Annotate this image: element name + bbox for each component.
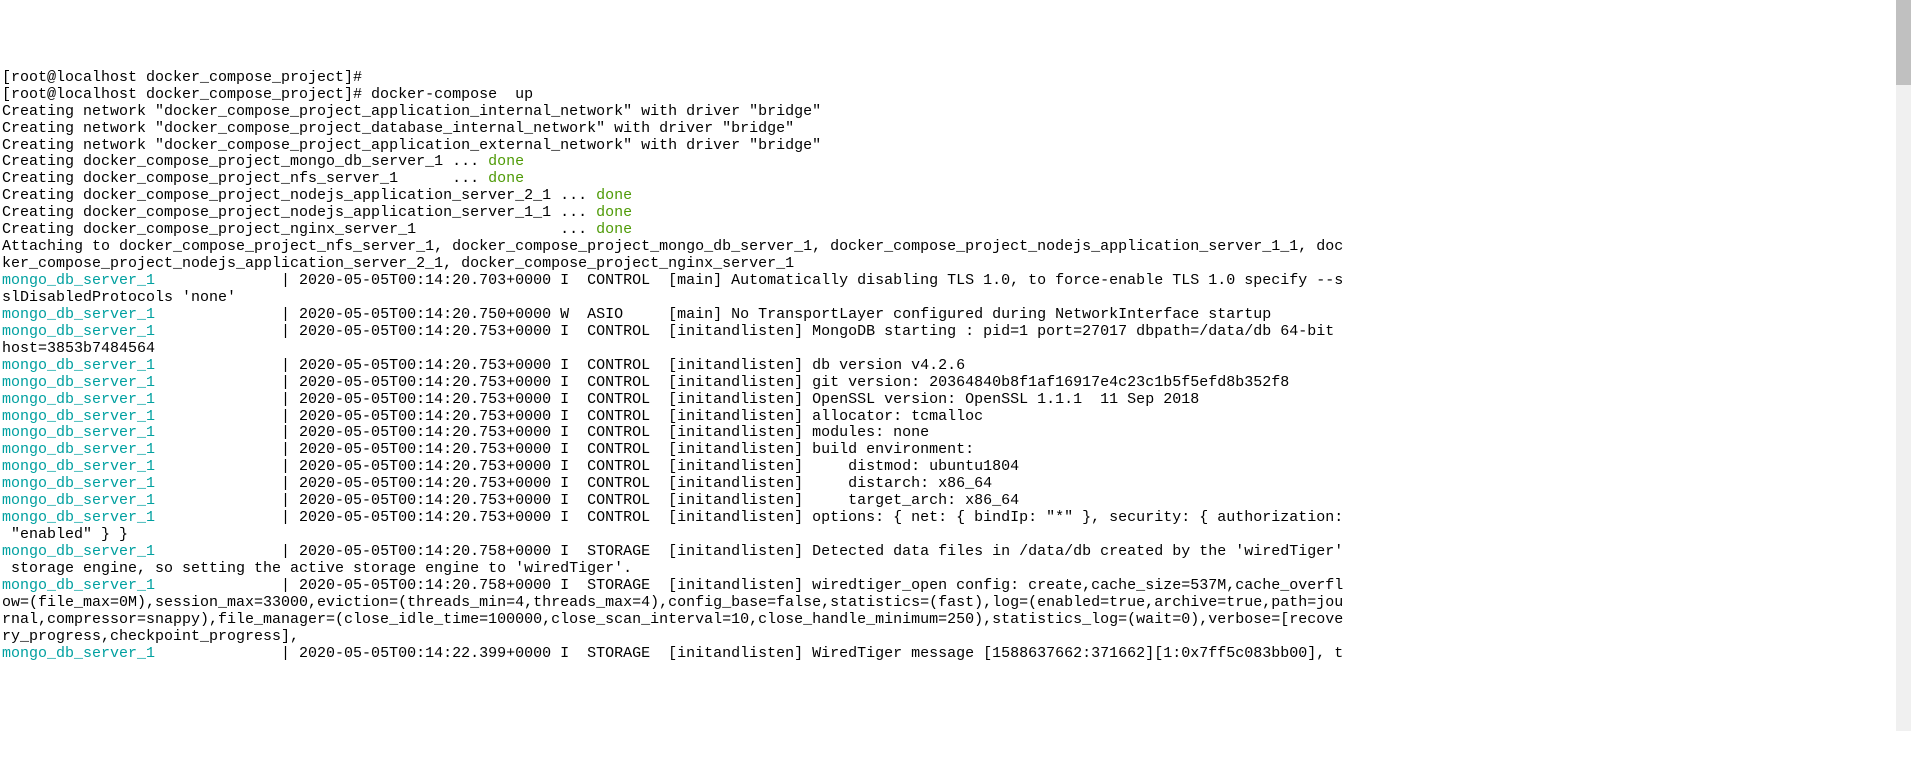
terminal-line: mongo_db_server_1 | 2020-05-05T00:14:20.…: [2, 544, 1911, 561]
scrollbar-thumb[interactable]: [1896, 0, 1911, 85]
service-name-label: mongo_db_server_1: [2, 357, 281, 374]
log-text: | 2020-05-05T00:14:20.703+0000 I CONTROL…: [281, 272, 1343, 289]
terminal-line: mongo_db_server_1 | 2020-05-05T00:14:20.…: [2, 476, 1911, 493]
log-text: host=3853b7484564: [2, 340, 155, 357]
log-text: Creating docker_compose_project_nodejs_a…: [2, 204, 596, 221]
service-name-label: mongo_db_server_1: [2, 441, 281, 458]
service-name-label: mongo_db_server_1: [2, 492, 281, 509]
terminal-line: Attaching to docker_compose_project_nfs_…: [2, 239, 1911, 256]
status-done: done: [596, 204, 632, 221]
log-text: | 2020-05-05T00:14:22.399+0000 I STORAGE…: [281, 645, 1343, 662]
log-text: | 2020-05-05T00:14:20.753+0000 I CONTROL…: [281, 424, 929, 441]
terminal-line: slDisabledProtocols 'none': [2, 290, 1911, 307]
log-text: [root@localhost docker_compose_project]#…: [2, 86, 533, 103]
terminal-line: Creating network "docker_compose_project…: [2, 138, 1911, 155]
terminal-output[interactable]: [root@localhost docker_compose_project]#…: [2, 70, 1911, 663]
terminal-line: mongo_db_server_1 | 2020-05-05T00:14:20.…: [2, 375, 1911, 392]
log-text: | 2020-05-05T00:14:20.753+0000 I CONTROL…: [281, 391, 1199, 408]
log-text: | 2020-05-05T00:14:20.753+0000 I CONTROL…: [281, 458, 1019, 475]
status-done: done: [596, 221, 632, 238]
service-name-label: mongo_db_server_1: [2, 306, 281, 323]
terminal-line: mongo_db_server_1 | 2020-05-05T00:14:20.…: [2, 578, 1911, 595]
log-text: ker_compose_project_nodejs_application_s…: [2, 255, 794, 272]
status-done: done: [488, 153, 524, 170]
terminal-line: Creating docker_compose_project_mongo_db…: [2, 154, 1911, 171]
service-name-label: mongo_db_server_1: [2, 408, 281, 425]
terminal-line: [root@localhost docker_compose_project]#…: [2, 87, 1911, 104]
terminal-line: Creating docker_compose_project_nodejs_a…: [2, 188, 1911, 205]
service-name-label: mongo_db_server_1: [2, 458, 281, 475]
terminal-line: storage engine, so setting the active st…: [2, 561, 1911, 578]
log-text: | 2020-05-05T00:14:20.753+0000 I CONTROL…: [281, 475, 992, 492]
log-text: Creating network "docker_compose_project…: [2, 120, 794, 137]
log-text: | 2020-05-05T00:14:20.753+0000 I CONTROL…: [281, 509, 1343, 526]
terminal-line: Creating docker_compose_project_nginx_se…: [2, 222, 1911, 239]
log-text: | 2020-05-05T00:14:20.758+0000 I STORAGE…: [281, 543, 1343, 560]
terminal-line: mongo_db_server_1 | 2020-05-05T00:14:20.…: [2, 324, 1911, 341]
terminal-line: mongo_db_server_1 | 2020-05-05T00:14:20.…: [2, 392, 1911, 409]
log-text: Creating docker_compose_project_nginx_se…: [2, 221, 596, 238]
terminal-line: mongo_db_server_1 | 2020-05-05T00:14:20.…: [2, 409, 1911, 426]
service-name-label: mongo_db_server_1: [2, 272, 281, 289]
terminal-line: mongo_db_server_1 | 2020-05-05T00:14:20.…: [2, 358, 1911, 375]
service-name-label: mongo_db_server_1: [2, 391, 281, 408]
terminal-line: host=3853b7484564: [2, 341, 1911, 358]
status-done: done: [488, 170, 524, 187]
terminal-line: mongo_db_server_1 | 2020-05-05T00:14:22.…: [2, 646, 1911, 663]
service-name-label: mongo_db_server_1: [2, 509, 281, 526]
log-text: rnal,compressor=snappy),file_manager=(cl…: [2, 611, 1343, 628]
terminal-line: ry_progress,checkpoint_progress],: [2, 629, 1911, 646]
log-text: Creating docker_compose_project_nodejs_a…: [2, 187, 596, 204]
terminal-line: mongo_db_server_1 | 2020-05-05T00:14:20.…: [2, 273, 1911, 290]
service-name-label: mongo_db_server_1: [2, 374, 281, 391]
terminal-line: Creating network "docker_compose_project…: [2, 104, 1911, 121]
log-text: Creating docker_compose_project_nfs_serv…: [2, 170, 488, 187]
log-text: Creating docker_compose_project_mongo_db…: [2, 153, 488, 170]
service-name-label: mongo_db_server_1: [2, 475, 281, 492]
log-text: | 2020-05-05T00:14:20.750+0000 W ASIO [m…: [281, 306, 1271, 323]
log-text: [root@localhost docker_compose_project]#: [2, 69, 362, 86]
terminal-line: mongo_db_server_1 | 2020-05-05T00:14:20.…: [2, 493, 1911, 510]
log-text: Creating network "docker_compose_project…: [2, 137, 821, 154]
terminal-line: [root@localhost docker_compose_project]#: [2, 70, 1911, 87]
log-text: ry_progress,checkpoint_progress],: [2, 628, 299, 645]
log-text: | 2020-05-05T00:14:20.753+0000 I CONTROL…: [281, 357, 965, 374]
log-text: Creating network "docker_compose_project…: [2, 103, 821, 120]
log-text: | 2020-05-05T00:14:20.753+0000 I CONTROL…: [281, 374, 1289, 391]
terminal-line: ker_compose_project_nodejs_application_s…: [2, 256, 1911, 273]
service-name-label: mongo_db_server_1: [2, 645, 281, 662]
status-done: done: [596, 187, 632, 204]
terminal-line: Creating docker_compose_project_nodejs_a…: [2, 205, 1911, 222]
terminal-line: mongo_db_server_1 | 2020-05-05T00:14:20.…: [2, 425, 1911, 442]
log-text: | 2020-05-05T00:14:20.753+0000 I CONTROL…: [281, 408, 983, 425]
log-text: | 2020-05-05T00:14:20.753+0000 I CONTROL…: [281, 441, 974, 458]
service-name-label: mongo_db_server_1: [2, 577, 281, 594]
terminal-line: "enabled" } }: [2, 527, 1911, 544]
service-name-label: mongo_db_server_1: [2, 543, 281, 560]
service-name-label: mongo_db_server_1: [2, 424, 281, 441]
terminal-line: Creating network "docker_compose_project…: [2, 121, 1911, 138]
log-text: | 2020-05-05T00:14:20.753+0000 I CONTROL…: [281, 323, 1343, 340]
terminal-line: ow=(file_max=0M),session_max=33000,evict…: [2, 595, 1911, 612]
log-text: | 2020-05-05T00:14:20.753+0000 I CONTROL…: [281, 492, 1019, 509]
terminal-line: rnal,compressor=snappy),file_manager=(cl…: [2, 612, 1911, 629]
terminal-line: Creating docker_compose_project_nfs_serv…: [2, 171, 1911, 188]
log-text: storage engine, so setting the active st…: [2, 560, 632, 577]
service-name-label: mongo_db_server_1: [2, 323, 281, 340]
log-text: slDisabledProtocols 'none': [2, 289, 236, 306]
terminal-line: mongo_db_server_1 | 2020-05-05T00:14:20.…: [2, 459, 1911, 476]
log-text: | 2020-05-05T00:14:20.758+0000 I STORAGE…: [281, 577, 1343, 594]
terminal-line: mongo_db_server_1 | 2020-05-05T00:14:20.…: [2, 442, 1911, 459]
terminal-line: mongo_db_server_1 | 2020-05-05T00:14:20.…: [2, 307, 1911, 324]
log-text: Attaching to docker_compose_project_nfs_…: [2, 238, 1343, 255]
log-text: "enabled" } }: [2, 526, 128, 543]
scrollbar[interactable]: [1896, 0, 1911, 731]
terminal-line: mongo_db_server_1 | 2020-05-05T00:14:20.…: [2, 510, 1911, 527]
log-text: ow=(file_max=0M),session_max=33000,evict…: [2, 594, 1343, 611]
